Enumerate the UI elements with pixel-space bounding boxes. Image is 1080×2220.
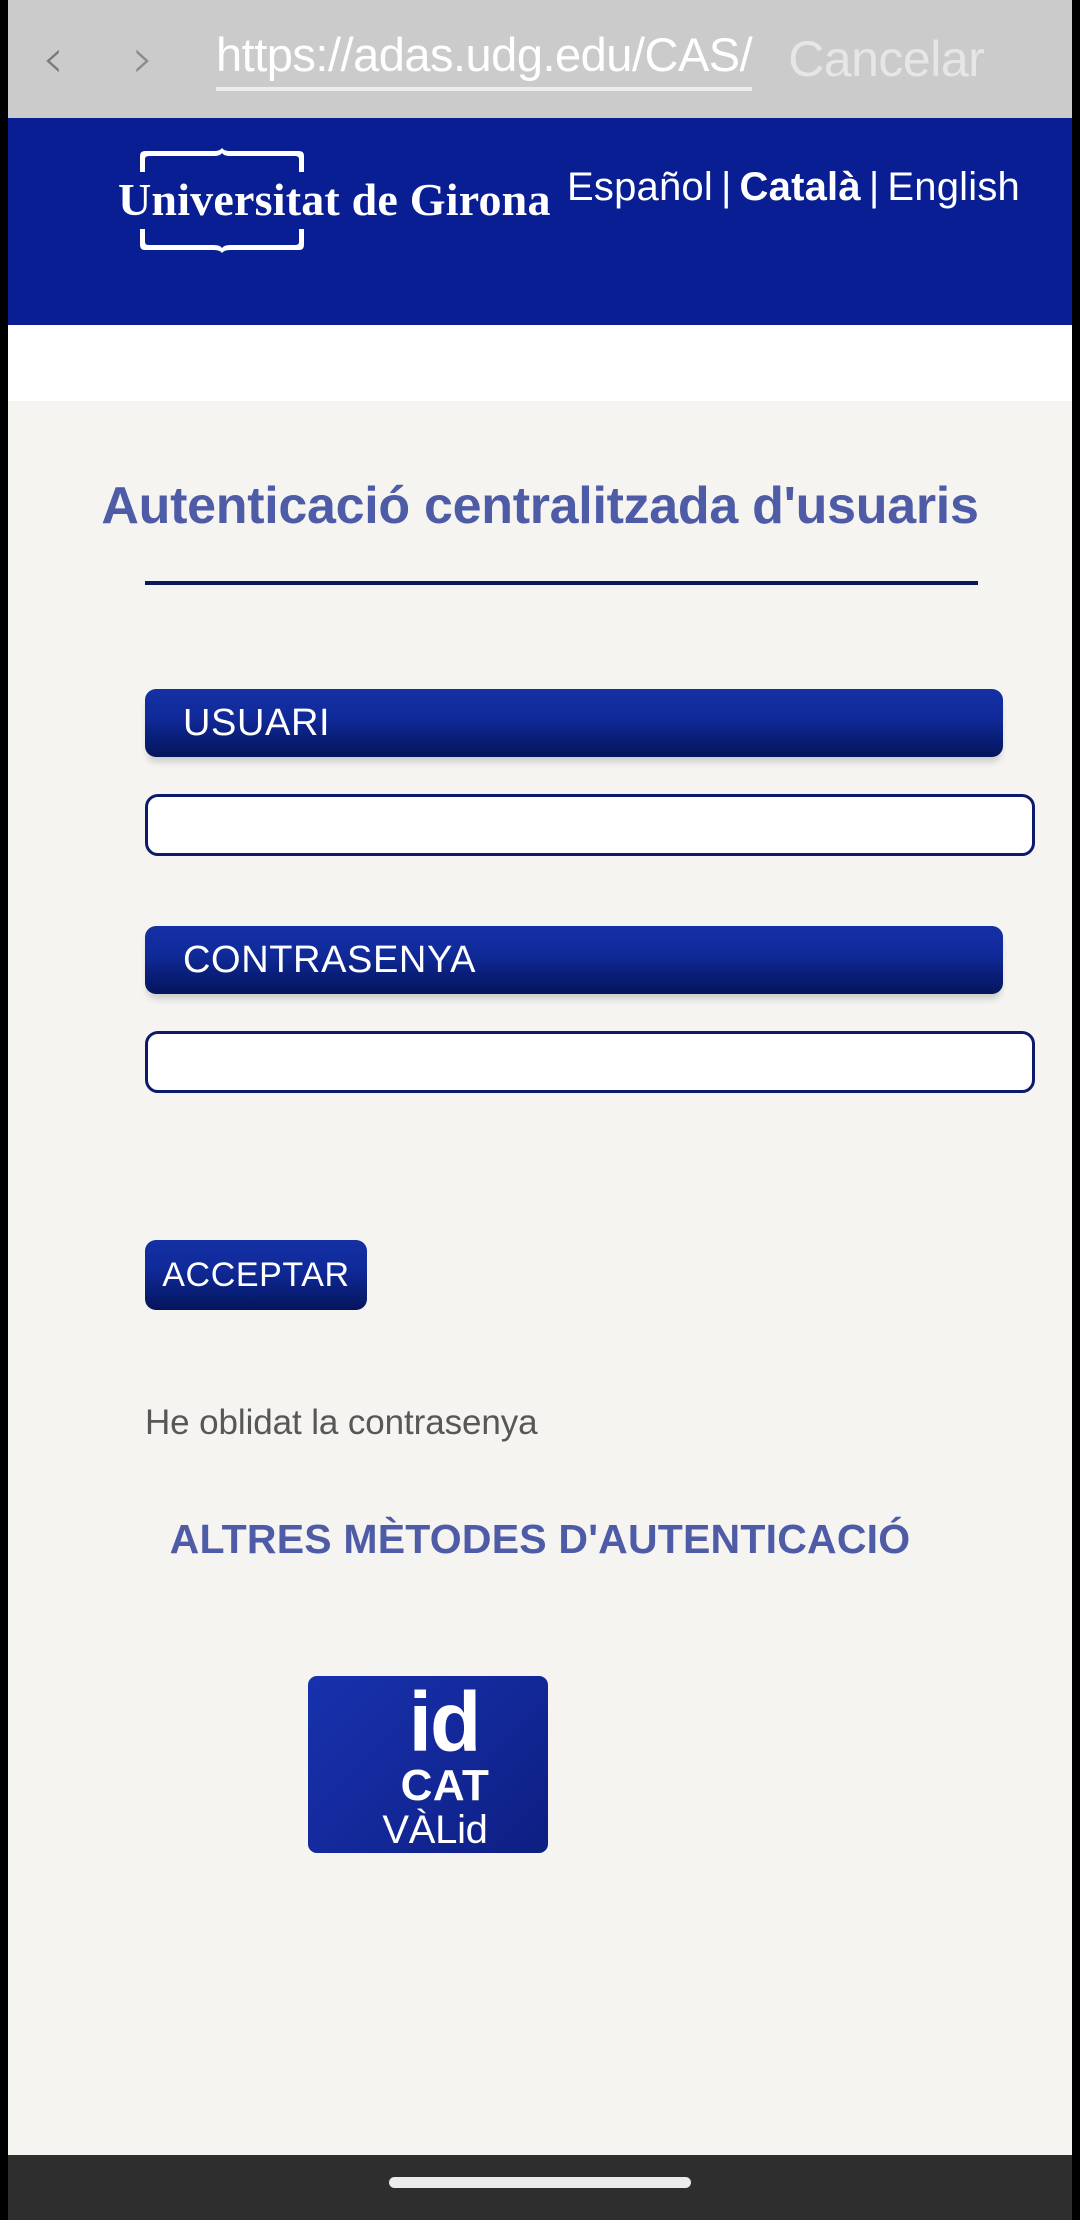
title-divider — [145, 581, 978, 585]
username-input[interactable] — [145, 794, 1035, 856]
logo-brace-bottom-icon — [140, 229, 304, 253]
udg-logo[interactable]: Universitat de Girona — [118, 148, 551, 253]
bezel-left-edge — [0, 0, 8, 2220]
bezel-right-edge — [1072, 0, 1080, 2220]
system-navigation-bar — [0, 2155, 1080, 2220]
username-label-bar: USUARI — [145, 689, 1003, 757]
url-text: https://adas.udg.edu/CAS/ — [216, 28, 753, 81]
language-separator-1: | — [720, 165, 732, 209]
alt-methods-heading: ALTRES MÈTODES D'AUTENTICACIÓ — [169, 1516, 911, 1562]
chevron-left-icon[interactable]: ‹ — [22, 28, 84, 90]
forgot-password-link[interactable]: He oblidat la contrasenya — [145, 1403, 538, 1443]
submit-button[interactable]: ACCEPTAR — [145, 1240, 367, 1310]
idcat-logo-id-text: id — [408, 1676, 482, 1769]
header-divider-strip — [0, 325, 1080, 401]
language-link-espanol[interactable]: Español — [567, 165, 713, 209]
phone-screen: ‹ › https://adas.udg.edu/CAS/ Cancelar U… — [0, 0, 1080, 2220]
page-title: Autenticació centralitzada d'usuaris — [101, 477, 979, 535]
password-label-bar: CONTRASENYA — [145, 926, 1003, 994]
login-content: Autenticació centralitzada d'usuaris USU… — [0, 401, 1080, 2155]
url-underline — [216, 87, 753, 91]
username-label-text: USUARI — [183, 701, 331, 744]
idcat-logo-cat-text: CAT — [400, 1761, 490, 1810]
chevron-right-icon[interactable]: › — [112, 28, 174, 90]
logo-brace-top-icon — [140, 148, 304, 172]
browser-chrome-bar: ‹ › https://adas.udg.edu/CAS/ Cancelar — [0, 0, 1080, 118]
password-input[interactable] — [145, 1031, 1035, 1093]
home-indicator[interactable] — [389, 2177, 691, 2188]
site-header: Universitat de Girona Español | Català | Eng… — [0, 118, 1080, 325]
language-link-english[interactable]: English — [887, 165, 1020, 209]
cancel-button[interactable]: Cancelar — [788, 30, 985, 88]
idcat-valid-button[interactable]: id CAT VÀLid — [308, 1676, 548, 1853]
udg-logo-text: Universitat de Girona — [118, 174, 551, 225]
password-label-text: CONTRASENYA — [183, 938, 477, 981]
idcat-logo-valid-text: VÀLid — [382, 1808, 488, 1852]
url-field[interactable]: https://adas.udg.edu/CAS/ — [216, 27, 753, 91]
language-separator-2: | — [868, 165, 880, 209]
language-link-catala[interactable]: Català — [740, 165, 861, 209]
language-switcher: Español | Català | English — [567, 165, 1020, 210]
